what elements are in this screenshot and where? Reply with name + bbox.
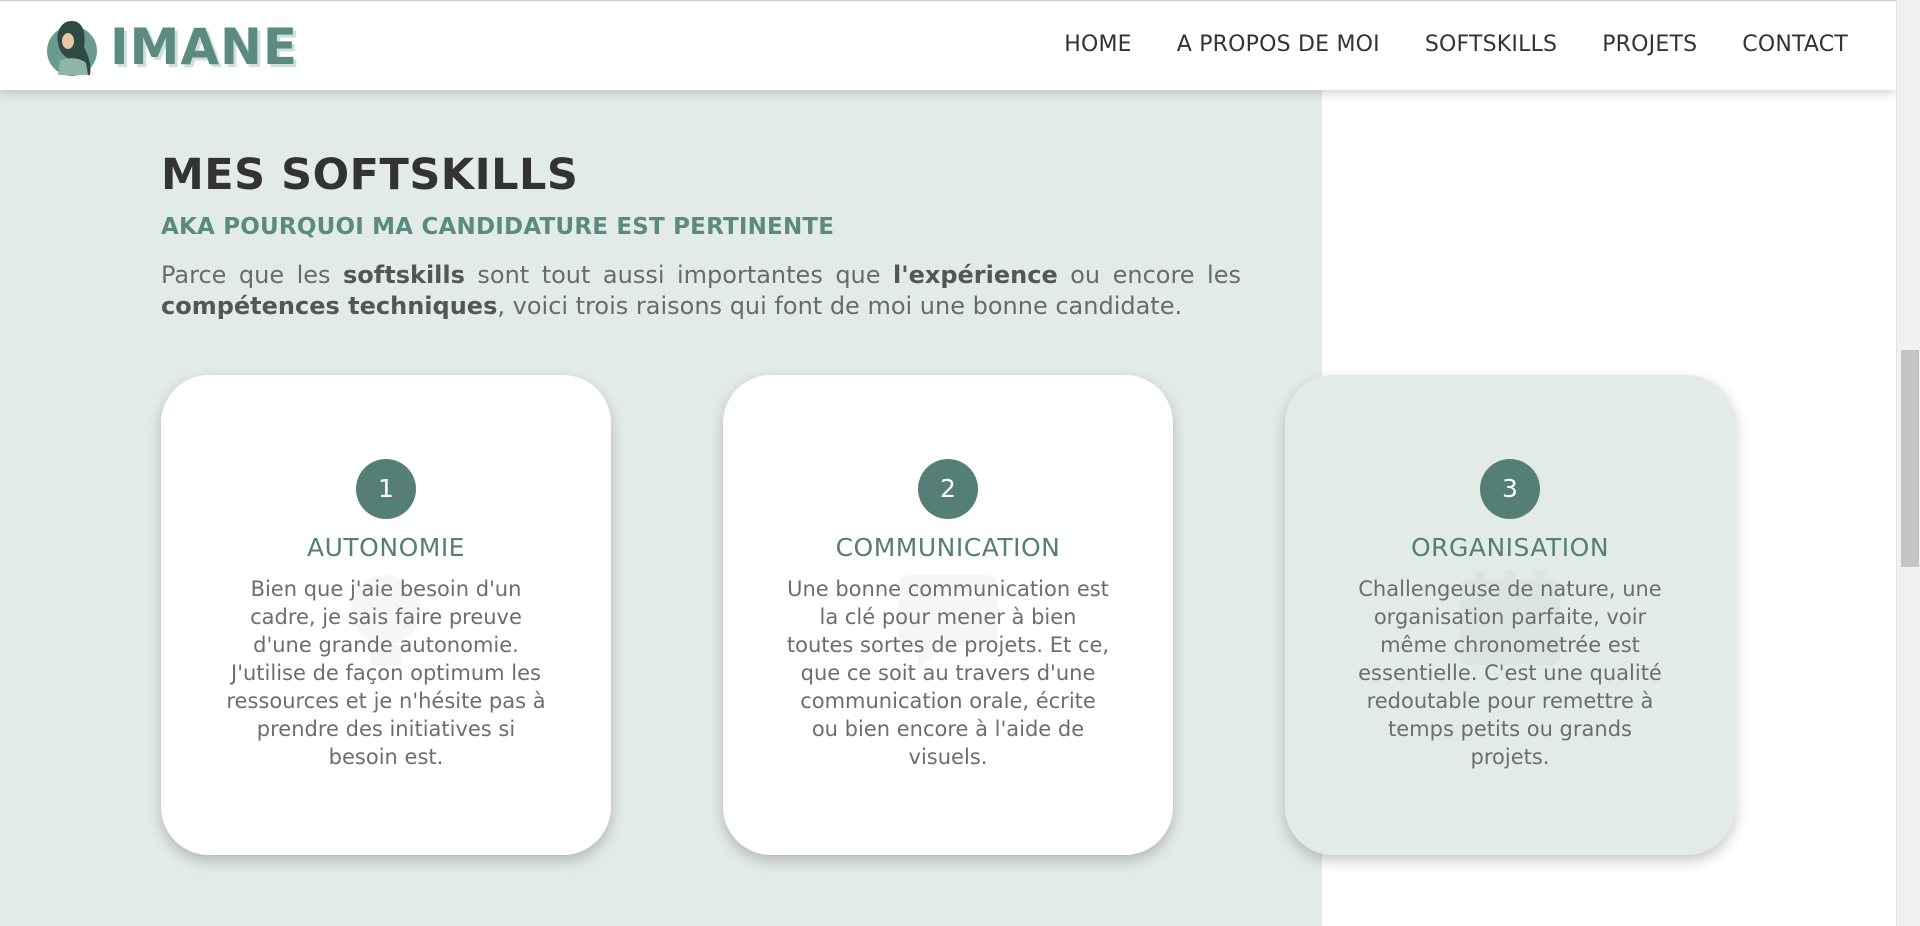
brand-name: IMANE — [110, 18, 299, 76]
vertical-scrollbar[interactable] — [1896, 0, 1920, 926]
card-title: ORGANISATION — [1410, 533, 1610, 562]
brand-logo[interactable]: IMANE — [46, 17, 298, 77]
intro-bold-softskills: softskills — [343, 261, 465, 289]
main-nav: HOME A PROPOS DE MOI SOFTSKILLS PROJETS … — [1019, 32, 1848, 57]
nav-item-softskills[interactable]: SOFTSKILLS — [1425, 32, 1557, 57]
woman-avatar-icon — [46, 17, 98, 77]
nav-item-contact[interactable]: CONTACT — [1742, 32, 1848, 57]
card-text: Une bonne communication est la clé pour … — [786, 577, 1110, 769]
card-text: Challengeuse de nature, une organisation… — [1358, 577, 1662, 769]
intro-text: ou encore les — [1057, 261, 1241, 289]
softskill-card-communication: 2 COMMUNICATION Une bonne communication … — [723, 375, 1173, 855]
intro-text: sont tout aussi importantes que — [464, 261, 894, 289]
intro-paragraph: Parce que les softskills sont tout aussi… — [161, 260, 1241, 322]
nav-item-home[interactable]: HOME — [1064, 32, 1132, 57]
card-text: Bien que j'aie besoin d'un cadre, je sai… — [226, 577, 546, 769]
card-number-badge: 2 — [918, 459, 978, 519]
scrollbar-thumb[interactable] — [1901, 350, 1919, 567]
intro-bold-experience: l'expérience — [893, 261, 1058, 289]
card-title: AUTONOMIE — [307, 533, 465, 562]
card-number-badge: 3 — [1480, 459, 1540, 519]
nav-item-about[interactable]: A PROPOS DE MOI — [1177, 32, 1380, 57]
card-title: COMMUNICATION — [835, 533, 1061, 562]
softskill-card-organisation: 3 ORGANISATION Challengeuse de nature, u… — [1285, 375, 1735, 855]
intro-bold-competences: compétences techniques — [161, 292, 498, 320]
navbar: IMANE HOME A PROPOS DE MOI SOFTSKILLS PR… — [0, 0, 1896, 90]
card-number-badge: 1 — [356, 459, 416, 519]
intro-text: , voici trois raisons qui font de moi un… — [497, 292, 1183, 320]
softskill-card-autonomie: 1 AUTONOMIE Bien que j'aie besoin d'un c… — [161, 375, 611, 855]
nav-item-projects[interactable]: PROJETS — [1602, 32, 1697, 57]
section-subtitle: AKA POURQUOI MA CANDIDATURE EST PERTINEN… — [161, 214, 835, 240]
page: IMANE HOME A PROPOS DE MOI SOFTSKILLS PR… — [0, 0, 1896, 926]
intro-text: Parce que les — [161, 261, 344, 289]
section-title: MES SOFTSKILLS — [161, 150, 579, 200]
